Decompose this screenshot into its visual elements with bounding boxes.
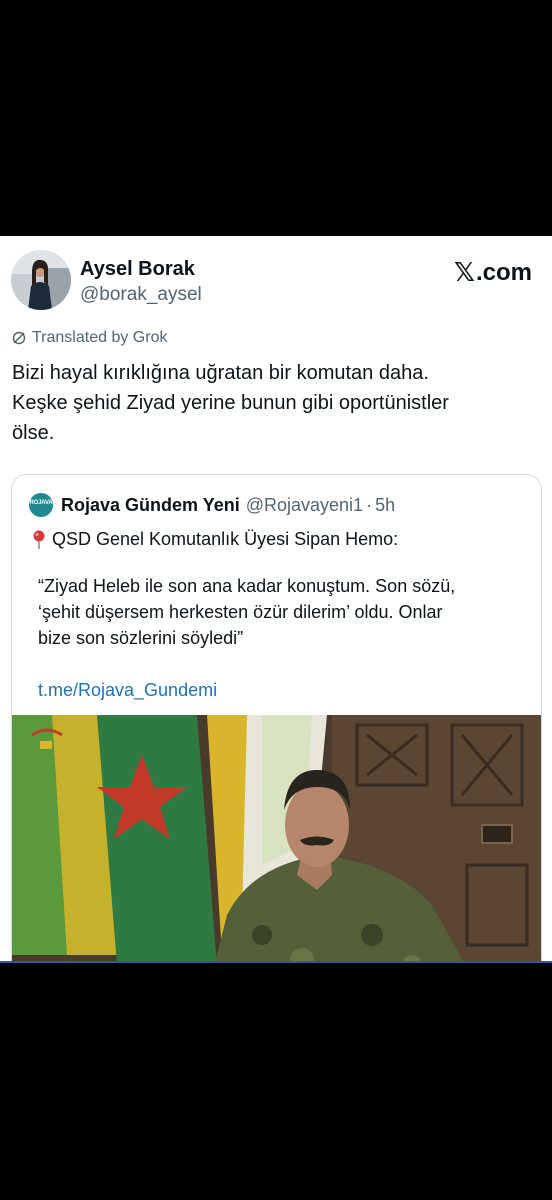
- brand-watermark: 𝕏 .com: [454, 258, 532, 288]
- screen: Aysel Borak @borak_aysel 𝕏 .com Translat…: [0, 0, 552, 1200]
- tweet-header: Aysel Borak @borak_aysel 𝕏 .com: [11, 250, 532, 312]
- quoted-headline: QSD Genel Komutanlık Üyesi Sipan Hemo:: [52, 529, 399, 549]
- quoted-timestamp[interactable]: 5h: [375, 495, 395, 516]
- quoted-separator: ·: [366, 494, 373, 515]
- tweet-card: Aysel Borak @borak_aysel 𝕏 .com Translat…: [0, 236, 552, 963]
- author-name[interactable]: Aysel Borak: [80, 258, 195, 281]
- x-logo-icon: 𝕏: [454, 258, 475, 288]
- quoted-avatar-logo-text: ROJAVA: [29, 500, 53, 506]
- quoted-media-image[interactable]: [12, 715, 541, 963]
- quoted-body: “Ziyad Heleb ile son ana kadar konuştum.…: [38, 576, 456, 648]
- quoted-headline-row: QSD Genel Komutanlık Üyesi Sipan Hemo:: [32, 529, 398, 550]
- quoted-author-handle[interactable]: @Rojavayeni1: [246, 495, 363, 516]
- brand-label: .com: [475, 259, 532, 286]
- avatar[interactable]: [11, 250, 71, 310]
- translated-label: Translated by Grok: [32, 329, 168, 346]
- translated-by-grok[interactable]: Translated by Grok: [12, 329, 167, 347]
- author-handle[interactable]: @borak_aysel: [80, 284, 202, 306]
- media-bottom-bar: [0, 961, 552, 963]
- tweet-text: Bizi hayal kırıklığına uğratan bir komut…: [12, 362, 449, 444]
- round-pushpin-icon: [33, 530, 45, 549]
- quoted-tweet[interactable]: ROJAVA Rojava Gündem Yeni @Rojavayeni1 ·…: [11, 474, 542, 963]
- quoted-author-name[interactable]: Rojava Gündem Yeni: [61, 495, 240, 516]
- quoted-avatar[interactable]: ROJAVA: [29, 493, 53, 517]
- quoted-tweet-header: ROJAVA Rojava Gündem Yeni @Rojavayeni1 ·…: [29, 492, 531, 518]
- grok-icon: [12, 331, 26, 345]
- quoted-link[interactable]: t.me/Rojava_Gundemi: [38, 680, 217, 701]
